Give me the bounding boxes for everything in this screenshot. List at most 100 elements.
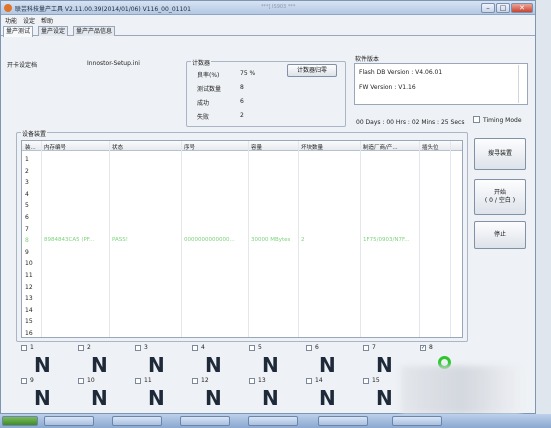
success-value: 6 — [240, 98, 244, 105]
slot-checkbox[interactable] — [192, 345, 198, 351]
slot-checkbox[interactable] — [306, 378, 312, 384]
slot-state: N — [91, 386, 108, 410]
table-row[interactable]: 1 — [22, 153, 462, 165]
slot-state: N — [319, 353, 336, 377]
slot-number: 1 — [30, 344, 34, 351]
table-row[interactable]: 12 — [22, 281, 462, 293]
slot-number: 13 — [258, 377, 266, 384]
version-scrollbar[interactable] — [518, 65, 526, 103]
start-button[interactable]: 开始 ( 0 / 空白 ) — [474, 179, 526, 215]
col-vendor[interactable]: 制造厂商/产... — [363, 143, 398, 151]
close-button[interactable]: ✕ — [511, 3, 533, 13]
slot-checkbox[interactable]: ✓ — [420, 345, 426, 351]
row-number: 11 — [25, 272, 33, 279]
slot-14[interactable]: 14 N — [306, 377, 366, 412]
table-row[interactable]: 8 8984843CA5 (PF... PASS! 0000000000000... 3… — [22, 234, 462, 246]
table-row[interactable]: 7 — [22, 223, 462, 235]
slot-5[interactable]: 5N — [249, 344, 309, 379]
slot-checkbox[interactable] — [363, 345, 369, 351]
slot-10[interactable]: 10 N — [78, 377, 138, 412]
main-window: 联芸科技量产工具 V2.11.00.39(2014/01/06) V116_00… — [0, 0, 536, 414]
tab-production-settings[interactable]: 量产设定 — [38, 26, 69, 36]
counter-title: 计数器 — [191, 58, 212, 67]
table-row[interactable]: 10 — [22, 257, 462, 269]
slot-state: N — [319, 386, 336, 410]
slot-state: N — [262, 386, 279, 410]
search-device-button[interactable]: 搜寻装置 — [474, 138, 526, 170]
table-row[interactable]: 3 — [22, 176, 462, 188]
slot-checkbox[interactable] — [249, 345, 255, 351]
slot-number: 4 — [201, 344, 205, 351]
slot-3[interactable]: 3N — [135, 344, 195, 379]
table-row[interactable]: 4 — [22, 188, 462, 200]
slot-12[interactable]: 12 N — [192, 377, 252, 412]
slot-checkbox[interactable] — [21, 345, 27, 351]
slot-state: N — [376, 353, 393, 377]
col-port[interactable]: 插头位 — [422, 143, 439, 151]
tab-strip: 量产测试 量产设定 量产产品信息 — [1, 25, 535, 37]
tab-production-test[interactable]: 量产测试 — [3, 26, 34, 37]
slot-checkbox[interactable] — [21, 378, 27, 384]
slot-9[interactable]: 9N — [21, 377, 81, 412]
slot-checkbox[interactable] — [135, 378, 141, 384]
slot-4[interactable]: 4N — [192, 344, 252, 379]
row-number: 4 — [25, 190, 29, 198]
table-row[interactable]: 9 — [22, 246, 462, 258]
menu-bar: 功能 设定 帮助 — [1, 15, 535, 25]
slot-11[interactable]: 11 N — [135, 377, 195, 412]
menu-settings[interactable]: 设定 — [23, 16, 35, 25]
menu-function[interactable]: 功能 — [5, 16, 17, 25]
table-row[interactable]: 11 — [22, 269, 462, 281]
minimize-button[interactable]: – — [481, 3, 495, 13]
slot-checkbox[interactable] — [78, 378, 84, 384]
stop-button[interactable]: 停止 — [474, 221, 526, 249]
title-bar[interactable]: 联芸科技量产工具 V2.11.00.39(2014/01/06) V116_00… — [1, 1, 535, 15]
slot-state: N — [262, 353, 279, 377]
col-slot[interactable]: 装... — [25, 143, 36, 151]
table-row[interactable]: 5 — [22, 199, 462, 211]
taskbar-item[interactable] — [248, 416, 298, 426]
col-bad-blocks[interactable]: 坏块数量 — [301, 143, 323, 151]
slot-1[interactable]: 1N — [21, 344, 81, 379]
col-status[interactable]: 状态 — [112, 143, 123, 151]
timing-mode-checkbox[interactable] — [473, 116, 480, 123]
taskbar-item[interactable] — [44, 416, 94, 426]
slot-checkbox[interactable] — [306, 345, 312, 351]
slot-checkbox[interactable] — [249, 378, 255, 384]
col-memory-id[interactable]: 内存编号 — [44, 143, 66, 151]
taskbar-item[interactable] — [180, 416, 230, 426]
reset-counter-button[interactable]: 计数器归零 — [287, 64, 337, 77]
col-capacity[interactable]: 容量 — [251, 143, 262, 151]
device-table[interactable]: 装... 内存编号 状态 序号 容量 坏块数量 制造厂商/产... 插头位 12… — [21, 140, 463, 338]
slot-6[interactable]: 6N — [306, 344, 366, 379]
slot-2[interactable]: 2N — [78, 344, 138, 379]
row-number: 6 — [25, 214, 29, 221]
slot-state: N — [34, 386, 51, 410]
table-row[interactable]: 6 — [22, 211, 462, 223]
table-row[interactable]: 2 — [22, 165, 462, 177]
tab-product-info[interactable]: 量产产品信息 — [73, 26, 116, 36]
uptime: 00 Days : 00 Hrs : 02 Mins : 25 Secs — [356, 119, 465, 126]
table-row[interactable]: 15 — [22, 315, 462, 327]
start-menu-button[interactable] — [2, 416, 38, 426]
test-count-label: 测试数量 — [197, 86, 222, 93]
menu-help[interactable]: 帮助 — [41, 16, 53, 25]
table-row[interactable]: 14 — [22, 304, 462, 316]
taskbar-item[interactable] — [318, 416, 368, 426]
col-serial[interactable]: 序号 — [184, 143, 195, 151]
slot-checkbox[interactable] — [78, 345, 84, 351]
table-row[interactable]: 13 — [22, 292, 462, 304]
taskbar-item[interactable] — [392, 416, 442, 426]
slot-number: 8 — [429, 344, 433, 351]
slot-checkbox[interactable] — [135, 345, 141, 351]
slot-checkbox[interactable] — [192, 378, 198, 384]
row-number: 12 — [25, 283, 33, 291]
table-row[interactable]: 16 — [22, 327, 462, 339]
slot-state: N — [376, 386, 393, 410]
taskbar-item[interactable] — [112, 416, 162, 426]
slot-13[interactable]: 13 N — [249, 377, 309, 412]
slot-checkbox[interactable] — [363, 378, 369, 384]
device-list-title: 设备装置 — [21, 129, 48, 138]
row-number: 13 — [25, 295, 33, 303]
maximize-button[interactable]: □ — [496, 3, 510, 13]
